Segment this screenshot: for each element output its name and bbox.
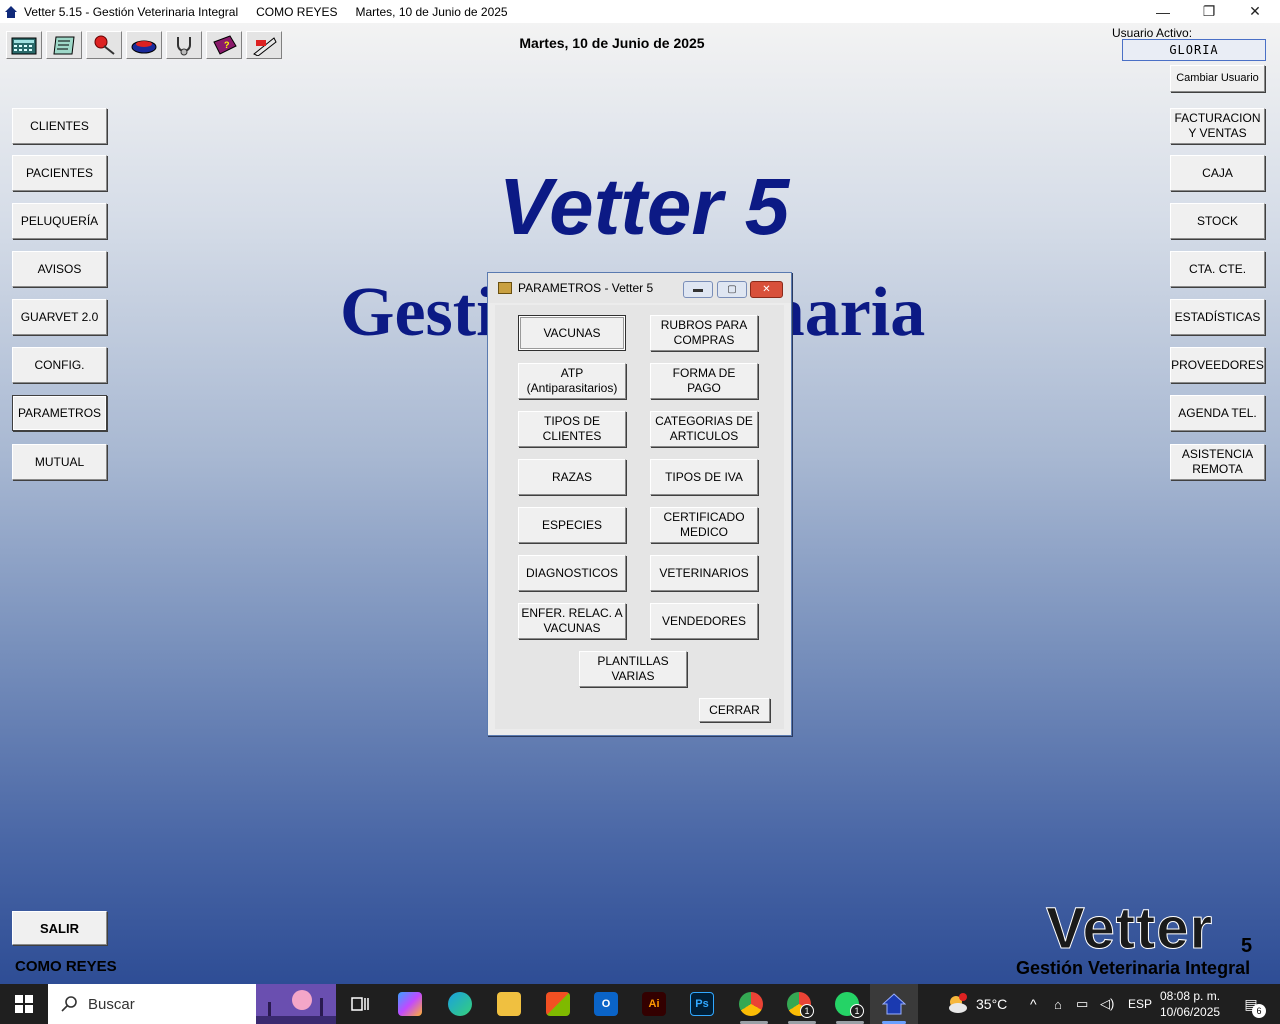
dialog-title-bar[interactable]: PARAMETROS - Vetter 5 ▬ ▢ ✕	[488, 273, 791, 303]
especies-button[interactable]: ESPECIES	[518, 507, 626, 543]
salir-button[interactable]: SALIR	[12, 911, 107, 945]
brand-subtitle: Gestión Veterinaria Integral	[1016, 958, 1251, 978]
outlook-icon[interactable]: O	[594, 992, 618, 1016]
dialog-app-icon	[498, 282, 512, 294]
dialog-minimize-button[interactable]: ▬	[683, 281, 713, 298]
brand-logo-text: Vetter	[1045, 896, 1214, 962]
taskbar-search-box[interactable]: Buscar	[48, 984, 336, 1024]
task-view-button[interactable]	[340, 984, 380, 1024]
window-title-date: Martes, 10 de Junio de 2025	[355, 4, 508, 19]
current-date: Martes, 10 de Junio de 2025	[519, 35, 705, 51]
background-title: Vetter 5	[498, 162, 790, 251]
window-title: Vetter 5.15 - Gestión Veterinaria Integr…	[24, 4, 239, 19]
veterinarios-button[interactable]: VETERINARIOS	[650, 555, 758, 591]
vendedores-button[interactable]: VENDEDORES	[650, 603, 758, 639]
menu-proveedores-button[interactable]: PROVEEDORES	[1170, 347, 1265, 383]
menu-facturacion-button[interactable]: FACTURACION Y VENTAS	[1170, 108, 1265, 144]
razas-button[interactable]: RAZAS	[518, 459, 626, 495]
plantillas-varias-button[interactable]: PLANTILLAS VARIAS	[579, 651, 687, 687]
vetter-app-icon	[5, 5, 17, 18]
dialog-body: VACUNAS RUBROS PARA COMPRAS ATP (Antipar…	[495, 305, 784, 729]
window-title-bar[interactable]: Vetter 5.15 - Gestión Veterinaria Integr…	[0, 0, 1280, 23]
menu-agenda-tel-button[interactable]: AGENDA TEL.	[1170, 395, 1265, 431]
task-view-icon	[351, 997, 369, 1011]
clock-time: 08:08 p. m.	[1160, 989, 1221, 1003]
dialog-title: PARAMETROS - Vetter 5	[518, 281, 654, 295]
temperature: 35°C	[976, 996, 1008, 1012]
menu-asistencia-remota-button[interactable]: ASISTENCIA REMOTA	[1170, 444, 1265, 480]
vetter-house-icon	[882, 993, 906, 1015]
search-highlight-illustration-icon	[256, 984, 336, 1024]
brand-version: 5	[1241, 935, 1253, 957]
weather-sun-cloud-icon	[949, 993, 967, 1013]
active-user-field[interactable]: GLORIA	[1122, 39, 1266, 61]
restore-button[interactable]: ❐	[1186, 0, 1232, 23]
dialog-maximize-button[interactable]: ▢	[717, 281, 747, 298]
active-user-label: Usuario Activo:	[1112, 26, 1193, 40]
chrome-badge: 1	[800, 1004, 814, 1018]
change-user-button[interactable]: Cambiar Usuario	[1170, 65, 1265, 92]
rubros-compras-button[interactable]: RUBROS PARA COMPRAS	[650, 315, 758, 351]
certificado-medico-button[interactable]: CERTIFICADO MEDICO	[650, 507, 758, 543]
notifications-button[interactable]: ▤ 6	[1236, 984, 1266, 1024]
parametros-dialog: PARAMETROS - Vetter 5 ▬ ▢ ✕ VACUNAS RUBR…	[487, 272, 792, 736]
microsoft-store-icon[interactable]	[546, 992, 570, 1016]
menu-estadisticas-button[interactable]: ESTADÍSTICAS	[1170, 299, 1265, 335]
cerrar-button[interactable]: CERRAR	[699, 698, 770, 722]
diagnosticos-button[interactable]: DIAGNOSTICOS	[518, 555, 626, 591]
forma-pago-button[interactable]: FORMA DE PAGO	[650, 363, 758, 399]
edge-icon[interactable]	[448, 992, 472, 1016]
volume-icon[interactable]: ◁)	[1100, 984, 1114, 1024]
search-icon	[61, 996, 77, 1012]
categorias-articulos-button[interactable]: CATEGORIAS DE ARTICULOS	[650, 411, 758, 447]
notifications-badge: 6	[1252, 1004, 1266, 1018]
show-hidden-icons-button[interactable]: ^	[1030, 984, 1037, 1024]
weather-widget[interactable]: 35°C	[944, 984, 1007, 1024]
minimize-button[interactable]: —	[1140, 0, 1186, 23]
menu-pacientes-button[interactable]: PACIENTES	[12, 155, 107, 191]
tipos-iva-button[interactable]: TIPOS DE IVA	[650, 459, 758, 495]
vetter-taskbar-button[interactable]	[870, 984, 918, 1024]
atp-button[interactable]: ATP (Antiparasitarios)	[518, 363, 626, 399]
clinic-name: COMO REYES	[15, 958, 117, 975]
menu-config-button[interactable]: CONFIG.	[12, 347, 107, 383]
enfer-relac-vacunas-button[interactable]: ENFER. RELAC. A VACUNAS	[518, 603, 626, 639]
vacunas-button[interactable]: VACUNAS	[518, 315, 626, 351]
menu-avisos-button[interactable]: AVISOS	[12, 251, 107, 287]
clock-date: 10/06/2025	[1160, 1005, 1221, 1019]
menu-clientes-button[interactable]: CLIENTES	[12, 108, 107, 144]
menu-parametros-button[interactable]: PARAMETROS	[12, 395, 107, 431]
language-indicator[interactable]: ESP	[1128, 984, 1152, 1024]
display-icon[interactable]: ▭	[1076, 984, 1088, 1024]
close-window-button[interactable]: ✕	[1232, 0, 1278, 23]
chevron-up-icon: ^	[1030, 996, 1037, 1012]
main-window-client: ? Martes, 10 de Junio de 2025 Usuario Ac…	[0, 23, 1280, 984]
photoshop-icon[interactable]: Ps	[690, 992, 714, 1016]
start-button[interactable]	[0, 984, 48, 1024]
chrome-icon[interactable]	[739, 992, 763, 1016]
windows-taskbar: Buscar O Ai Ps 1 1 35°C ^ ⌂ ▭ ◁) ESP 08:…	[0, 984, 1280, 1024]
window-title-clinic: COMO REYES	[256, 4, 338, 19]
whatsapp-badge: 1	[850, 1004, 864, 1018]
menu-peluqueria-button[interactable]: PELUQUERÍA	[12, 203, 107, 239]
menu-mutual-button[interactable]: MUTUAL	[12, 444, 107, 480]
dialog-close-button[interactable]: ✕	[750, 281, 783, 298]
search-placeholder: Buscar	[88, 995, 135, 1013]
menu-guarvet-button[interactable]: GUARVET 2.0	[12, 299, 107, 335]
windows-logo-icon	[15, 995, 33, 1013]
menu-stock-button[interactable]: STOCK	[1170, 203, 1265, 239]
menu-cta-cte-button[interactable]: CTA. CTE.	[1170, 251, 1265, 287]
clock[interactable]: 08:08 p. m. 10/06/2025	[1160, 984, 1220, 1024]
network-icon[interactable]: ⌂	[1054, 984, 1062, 1024]
copilot-icon[interactable]	[398, 992, 422, 1016]
menu-caja-button[interactable]: CAJA	[1170, 155, 1265, 191]
tipos-clientes-button[interactable]: TIPOS DE CLIENTES	[518, 411, 626, 447]
illustrator-icon[interactable]: Ai	[642, 992, 666, 1016]
file-explorer-icon[interactable]	[497, 992, 521, 1016]
